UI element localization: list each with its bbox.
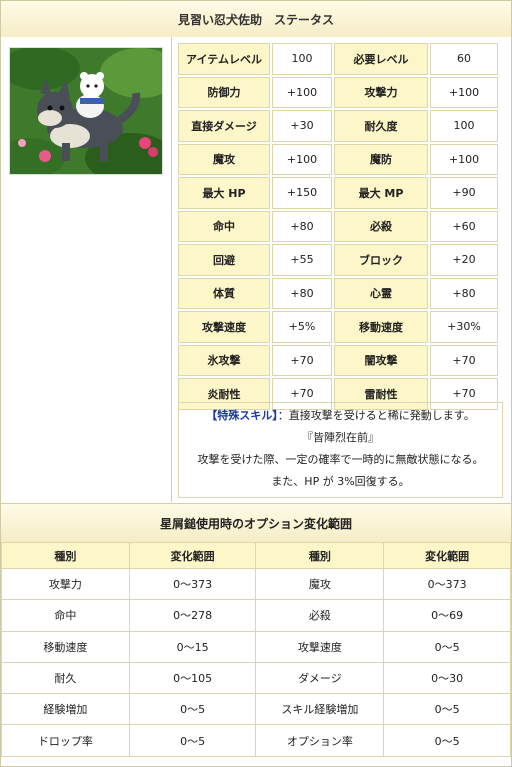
options-row: 耐久 0～105 ダメージ 0～30 (1, 661, 511, 695)
skill-line-2: 『皆陣烈在前』 (302, 431, 379, 444)
stat-label: アイテムレベル (178, 43, 270, 75)
stat-value: +70 (430, 344, 498, 376)
stat-label: 耐久度 (334, 110, 428, 142)
option-type: 魔攻 (255, 567, 385, 601)
stats-row: 防御力 +100 攻撃力 +100 (178, 76, 498, 108)
image-column (1, 37, 172, 502)
options-row: 攻撃力 0～373 魔攻 0～373 (1, 567, 511, 601)
stat-label: 攻撃速度 (178, 311, 270, 343)
option-type: オプション率 (255, 724, 385, 757)
stat-value: +100 (272, 143, 332, 175)
skill-line-3: 攻撃を受けた際、一定の確率で一時的に無敵状態になる。 (197, 453, 484, 466)
options-row: 経験増加 0～5 スキル経験増加 0～5 (1, 693, 511, 726)
option-range: 0～5 (383, 630, 511, 663)
stat-value: +20 (430, 244, 498, 276)
option-range: 0～278 (128, 599, 257, 632)
stats-table: アイテムレベル 100 必要レベル 60 防御力 +100 攻撃力 +100 直接ダメージ +30… (176, 41, 500, 412)
option-range: 0～373 (128, 567, 257, 601)
option-type: 移動速度 (1, 630, 130, 663)
options-row: 移動速度 0～15 攻撃速度 0～5 (1, 630, 511, 663)
header-range: 変化範囲 (383, 542, 511, 569)
option-type: 攻撃力 (1, 567, 130, 601)
stat-value: 100 (430, 110, 498, 142)
stats-row: 氷攻撃 +70 闇攻撃 +70 (178, 344, 498, 376)
skill-line-1: ：直接攻撃を受けると稀に発動します。 (277, 409, 475, 422)
options-header-row: 種別 変化範囲 種別 変化範囲 (1, 542, 511, 569)
option-range: 0～373 (383, 567, 511, 601)
option-type: 耐久 (1, 661, 130, 695)
stats-row: アイテムレベル 100 必要レベル 60 (178, 43, 498, 75)
stats-row: 回避 +55 ブロック +20 (178, 244, 498, 276)
stat-value: +5% (272, 311, 332, 343)
dog-rider-image (9, 47, 163, 175)
stat-value: +80 (430, 277, 498, 309)
stat-label: 攻撃力 (334, 76, 428, 108)
stat-label: 心霊 (334, 277, 428, 309)
stat-value: +60 (430, 210, 498, 242)
stat-value: +30% (430, 311, 498, 343)
stats-row: 最大 HP +150 最大 MP +90 (178, 177, 498, 209)
stat-value: +80 (272, 277, 332, 309)
stat-label: ブロック (334, 244, 428, 276)
stat-value: +80 (272, 210, 332, 242)
header-type: 種別 (1, 542, 130, 569)
stat-value: +100 (430, 76, 498, 108)
option-range: 0～5 (128, 693, 257, 726)
stat-label: 防御力 (178, 76, 270, 108)
stat-label: 魔攻 (178, 143, 270, 175)
options-row: ドロップ率 0～5 オプション率 0～5 (1, 724, 511, 757)
stat-value: +150 (272, 177, 332, 209)
option-range: 0～5 (128, 724, 257, 757)
stat-value: +90 (430, 177, 498, 209)
options-title: 星屑鎚使用時のオプション変化範囲 (1, 503, 511, 543)
option-range: 0～30 (383, 661, 511, 695)
header-range: 変化範囲 (128, 542, 257, 569)
stats-row: 直接ダメージ +30 耐久度 100 (178, 110, 498, 142)
option-type: 必殺 (255, 599, 385, 632)
options-table: 種別 変化範囲 種別 変化範囲 攻撃力 0～373 魔攻 0～373 命中 0～278 必殺… (1, 542, 511, 757)
stat-label: 最大 MP (334, 177, 428, 209)
stat-label: 直接ダメージ (178, 110, 270, 142)
stat-label: 魔防 (334, 143, 428, 175)
status-panel: 見習い忍犬佐助 ステータス アイテムレベル 100 必要レベル 60 防御力 +… (0, 0, 512, 767)
stats-row: 命中 +80 必殺 +60 (178, 210, 498, 242)
option-range: 0～5 (383, 724, 511, 757)
stat-label: 必要レベル (334, 43, 428, 75)
stats-row: 攻撃速度 +5% 移動速度 +30% (178, 311, 498, 343)
option-range: 0～105 (128, 661, 257, 695)
stat-label: 最大 HP (178, 177, 270, 209)
stat-label: 必殺 (334, 210, 428, 242)
stat-value: +30 (272, 110, 332, 142)
stat-value: +100 (272, 76, 332, 108)
stat-value: 100 (272, 43, 332, 75)
stat-label: 回避 (178, 244, 270, 276)
stats-row: 体質 +80 心霊 +80 (178, 277, 498, 309)
option-type: 経験増加 (1, 693, 130, 726)
option-range: 0～15 (128, 630, 257, 663)
stat-value: +70 (272, 344, 332, 376)
stat-label: 闇攻撃 (334, 344, 428, 376)
option-type: 攻撃速度 (255, 630, 385, 663)
options-row: 命中 0～278 必殺 0～69 (1, 599, 511, 632)
stat-label: 氷攻撃 (178, 344, 270, 376)
option-type: スキル経験増加 (255, 693, 385, 726)
stats-column: アイテムレベル 100 必要レベル 60 防御力 +100 攻撃力 +100 直接ダメージ +30… (172, 37, 511, 502)
skill-keyword: 【特殊スキル】 (206, 409, 278, 422)
option-range: 0～5 (383, 693, 511, 726)
header-type: 種別 (255, 542, 385, 569)
special-skill-box: 【特殊スキル】：直接攻撃を受けると稀に発動します。 『皆陣烈在前』 攻撃を受けた… (178, 402, 503, 498)
option-type: ダメージ (255, 661, 385, 695)
option-type: ドロップ率 (1, 724, 130, 757)
stats-row: 魔攻 +100 魔防 +100 (178, 143, 498, 175)
stat-label: 体質 (178, 277, 270, 309)
option-type: 命中 (1, 599, 130, 632)
page-title: 見習い忍犬佐助 ステータス (1, 1, 511, 38)
skill-line-4: また、HP が 3%回復する。 (271, 475, 410, 488)
option-range: 0～69 (383, 599, 511, 632)
stat-value: 60 (430, 43, 498, 75)
stat-label: 命中 (178, 210, 270, 242)
stat-label: 移動速度 (334, 311, 428, 343)
stat-value: +100 (430, 143, 498, 175)
stat-value: +55 (272, 244, 332, 276)
